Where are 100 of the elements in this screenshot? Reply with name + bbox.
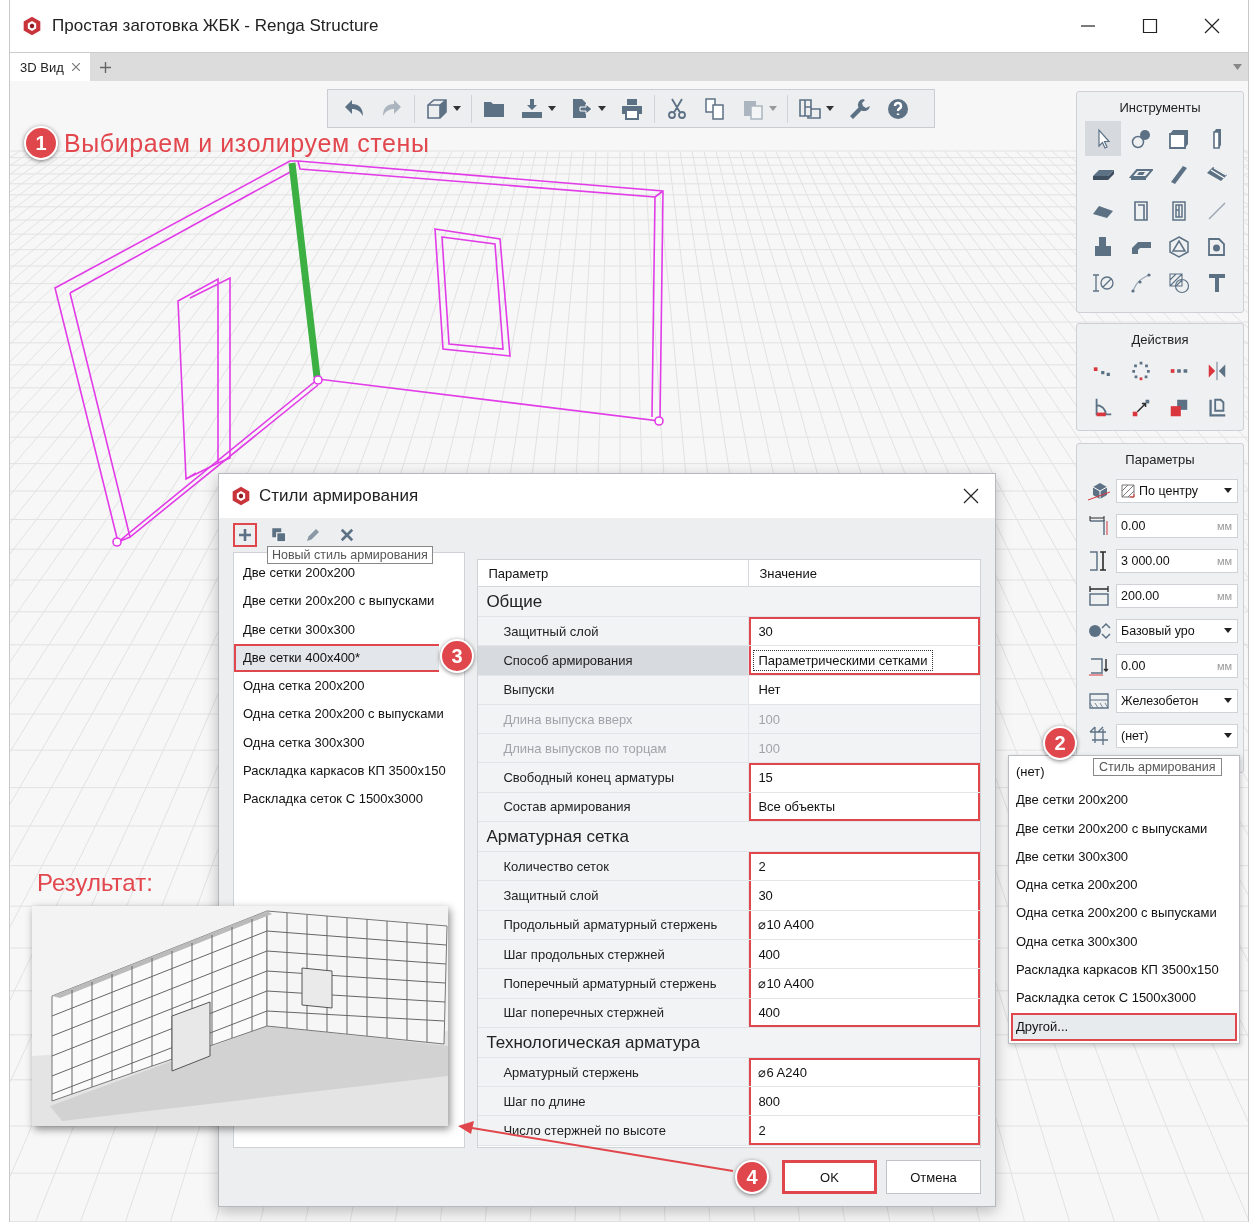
parameter-value[interactable]: 2 bbox=[749, 1116, 980, 1145]
app-logo-icon bbox=[22, 16, 42, 36]
plus-icon[interactable] bbox=[236, 526, 254, 544]
panel-title: Параметры bbox=[1125, 452, 1195, 467]
parameter-value[interactable]: Все объекты bbox=[749, 792, 980, 822]
step-marker: 1 bbox=[24, 126, 58, 160]
hatch-swatch-icon bbox=[1121, 483, 1135, 498]
column-header[interactable]: Параметр bbox=[478, 560, 750, 586]
dropdown-item[interactable]: Раскладка сеток С 1500x3000 bbox=[1011, 984, 1237, 1013]
caret-icon[interactable] bbox=[548, 106, 556, 111]
close-icon[interactable] bbox=[963, 488, 979, 504]
diagonal-arrow-icon[interactable] bbox=[1130, 397, 1152, 419]
parameter-name: Арматурный стержень bbox=[478, 1057, 750, 1087]
select-field[interactable]: Базовый уро bbox=[1116, 618, 1238, 643]
select-field[interactable]: По центру bbox=[1116, 478, 1238, 503]
view-tab[interactable]: 3D Вид bbox=[10, 53, 90, 81]
parameter-value[interactable]: 30 bbox=[749, 881, 980, 910]
dropdown-item[interactable]: Одна сетка 200x200 bbox=[1011, 871, 1237, 900]
style-list-item[interactable]: Одна сетка 300x300 bbox=[234, 728, 465, 758]
export-icon[interactable] bbox=[570, 96, 594, 121]
parameter-value[interactable]: ⌀10 A400 bbox=[749, 969, 980, 998]
copy-icon[interactable] bbox=[703, 96, 727, 121]
parameter-name: Состав армирования bbox=[478, 792, 750, 822]
unit-label: мм bbox=[1216, 519, 1232, 532]
parameter-name: Выпуски bbox=[478, 675, 750, 704]
print-icon[interactable] bbox=[620, 96, 644, 121]
parameter-value[interactable]: 30 bbox=[749, 617, 980, 646]
parameter-value[interactable]: ⌀10 A400 bbox=[749, 910, 980, 939]
window-title: Простая заготовка ЖБК - Renga Structure bbox=[52, 16, 379, 36]
parameter-value[interactable]: 15 bbox=[749, 763, 980, 792]
dropdown-item[interactable]: Две сетки 200x200 bbox=[1011, 786, 1237, 815]
add-tab-icon[interactable] bbox=[99, 61, 111, 73]
overlapping-squares-icon[interactable] bbox=[1168, 397, 1190, 419]
app-logo-icon bbox=[231, 486, 251, 506]
cube-icon[interactable] bbox=[425, 96, 449, 121]
select-field[interactable]: (нет) bbox=[1116, 723, 1238, 748]
input-field[interactable]: 3 000.00 мм bbox=[1116, 548, 1238, 573]
parameter-name: Длина выпусков по торцам bbox=[478, 734, 750, 763]
delete-icon[interactable] bbox=[338, 526, 356, 544]
caret-icon[interactable] bbox=[1224, 488, 1232, 493]
style-list-item[interactable]: Одна сетка 200x200 bbox=[234, 672, 465, 701]
input-field[interactable]: 0.00 мм bbox=[1116, 513, 1238, 538]
style-list-item[interactable]: Раскладка сеток С 1500x3000 bbox=[234, 785, 465, 814]
parameter-value[interactable]: ⌀6 A240 bbox=[749, 1057, 980, 1087]
dropdown-item[interactable]: Другой... bbox=[1011, 1012, 1237, 1041]
wrench-icon[interactable] bbox=[848, 96, 872, 121]
parameter-value[interactable]: Нет bbox=[749, 675, 980, 704]
dropdown-item[interactable]: Одна сетка 300x300 bbox=[1011, 927, 1237, 957]
style-list-item[interactable]: Раскладка каркасов КП 3500x150 bbox=[234, 757, 465, 786]
caret-icon[interactable] bbox=[1224, 628, 1232, 633]
unit-label: мм bbox=[1216, 554, 1232, 567]
mirror-icon[interactable] bbox=[1206, 360, 1228, 382]
group-header: Общие bbox=[478, 587, 980, 617]
style-list-item[interactable]: Одна сетка 200x200 с выпусками bbox=[234, 700, 465, 729]
column-header[interactable]: Значение bbox=[749, 560, 980, 586]
dropdown-item[interactable]: Раскладка каркасов КП 3500x150 bbox=[1011, 956, 1237, 985]
parameter-value[interactable]: 400 bbox=[749, 939, 980, 969]
caret-icon[interactable] bbox=[453, 106, 461, 111]
parameter-value[interactable]: 400 bbox=[749, 998, 980, 1027]
circular-squares-icon[interactable] bbox=[1130, 360, 1152, 382]
tooltip: Стиль армирования bbox=[1093, 758, 1222, 776]
help-icon[interactable] bbox=[886, 96, 910, 121]
tool-button[interactable] bbox=[1085, 121, 1121, 156]
caret-icon[interactable] bbox=[1224, 733, 1232, 738]
caret-icon[interactable] bbox=[826, 106, 834, 111]
unit-label: мм bbox=[1216, 589, 1232, 602]
parameter-name: Защитный слой bbox=[478, 617, 750, 646]
close-icon[interactable] bbox=[1204, 18, 1220, 34]
corner-icon[interactable] bbox=[1206, 397, 1228, 419]
input-field[interactable]: 200.00 мм bbox=[1116, 583, 1238, 608]
dropdown-item[interactable]: Две сетки 300x300 bbox=[1011, 842, 1237, 872]
download-tray-icon[interactable] bbox=[520, 96, 544, 121]
cancel-button[interactable]: Отмена bbox=[886, 1160, 981, 1194]
caret-icon[interactable] bbox=[1224, 698, 1232, 703]
parameter-value[interactable]: 2 bbox=[749, 852, 980, 881]
dropdown-item[interactable]: Одна сетка 200x200 с выпусками bbox=[1011, 899, 1237, 928]
input-field[interactable]: 0.00 мм bbox=[1116, 653, 1238, 678]
dialog-title: Стили армирования bbox=[259, 486, 419, 506]
polyhedron-icon bbox=[1167, 234, 1191, 259]
style-list-item[interactable]: Две сетки 200x200 с выпусками bbox=[234, 587, 465, 616]
layout-icon[interactable] bbox=[798, 96, 822, 121]
parameter-value[interactable]: Параметрическими сетками bbox=[749, 646, 980, 675]
cut-icon[interactable] bbox=[665, 96, 689, 121]
group-header: Арматурная сетка bbox=[478, 822, 980, 853]
step-marker: 2 bbox=[1043, 726, 1077, 760]
dropdown-item[interactable]: Две сетки 200x200 с выпусками bbox=[1011, 814, 1237, 843]
unit-label: мм bbox=[1216, 659, 1232, 672]
caret-icon[interactable] bbox=[598, 106, 606, 111]
ok-button[interactable]: OK bbox=[782, 1160, 877, 1194]
style-list-item[interactable]: Две сетки 400x400* bbox=[234, 643, 440, 673]
parameter-value[interactable]: 800 bbox=[749, 1087, 980, 1116]
annotation-heading: Выбираем и изолируем стены bbox=[64, 128, 430, 158]
parameter-name: Поперечный арматурный стержень bbox=[478, 969, 750, 998]
select-field[interactable]: Железобетон bbox=[1116, 688, 1238, 713]
pencil-icon[interactable] bbox=[304, 526, 322, 544]
group-header: Технологическая арматура bbox=[478, 1027, 980, 1058]
hatch-icon bbox=[1167, 270, 1191, 295]
duplicate-icon[interactable] bbox=[270, 526, 288, 544]
parameter-name: Шаг поперечных стержней bbox=[478, 998, 750, 1027]
maximize-icon[interactable] bbox=[1142, 18, 1158, 34]
